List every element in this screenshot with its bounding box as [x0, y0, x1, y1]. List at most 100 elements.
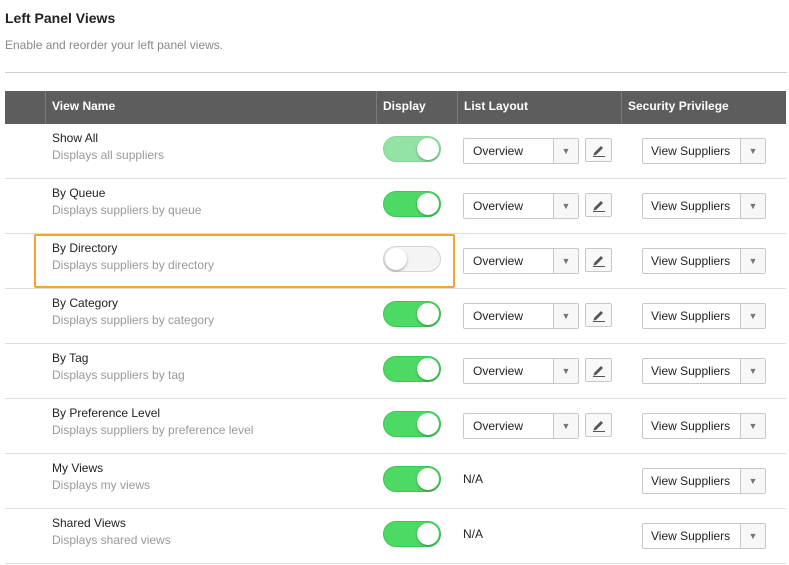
view-name: Shared Views — [52, 516, 126, 530]
view-name: By Directory — [52, 241, 118, 255]
caret-down-icon: ▼ — [740, 139, 765, 163]
view-description: Displays suppliers by directory — [52, 258, 215, 272]
pencil-icon — [593, 311, 605, 322]
edit-layout-button[interactable] — [585, 193, 612, 217]
view-description: Displays suppliers by tag — [52, 368, 185, 382]
col-display: Display — [376, 91, 457, 124]
security-privilege-value: View Suppliers — [651, 364, 731, 378]
view-description: Displays shared views — [52, 533, 171, 547]
table-row[interactable]: By Category Displays suppliers by catego… — [5, 289, 786, 344]
view-description: Displays my views — [52, 478, 151, 492]
caret-down-icon: ▼ — [740, 304, 765, 328]
list-layout-value: Overview — [473, 419, 524, 433]
display-toggle[interactable] — [383, 356, 441, 382]
caret-down-icon: ▼ — [553, 139, 578, 163]
edit-layout-button[interactable] — [585, 303, 612, 327]
view-description: Displays suppliers by category — [52, 313, 215, 327]
table-row[interactable]: My Views Displays my views N/A View Supp… — [5, 454, 786, 509]
table-row[interactable]: By Queue Displays suppliers by queue Ove… — [5, 179, 786, 234]
caret-down-icon: ▼ — [740, 194, 765, 218]
view-description: Displays suppliers by preference level — [52, 423, 254, 437]
security-privilege-select[interactable]: View Suppliers ▼ — [642, 468, 766, 494]
caret-down-icon: ▼ — [553, 414, 578, 438]
pencil-icon — [593, 201, 605, 212]
toggle-knob — [385, 248, 407, 270]
list-layout-value: Overview — [473, 254, 524, 268]
toggle-knob — [417, 138, 439, 160]
security-privilege-select[interactable]: View Suppliers ▼ — [642, 413, 766, 439]
edit-layout-button[interactable] — [585, 248, 612, 272]
table-row[interactable]: Show All Displays all suppliers Overview… — [5, 124, 786, 179]
views-table: View Name Display List Layout Security P… — [5, 91, 786, 564]
caret-down-icon: ▼ — [740, 524, 765, 548]
divider — [5, 72, 787, 73]
pencil-icon — [593, 421, 605, 432]
edit-layout-button[interactable] — [585, 413, 612, 437]
caret-down-icon: ▼ — [740, 359, 765, 383]
caret-down-icon: ▼ — [553, 359, 578, 383]
toggle-knob — [417, 303, 439, 325]
caret-down-icon: ▼ — [553, 194, 578, 218]
security-privilege-select[interactable]: View Suppliers ▼ — [642, 303, 766, 329]
view-name: Show All — [52, 131, 99, 145]
security-privilege-value: View Suppliers — [651, 199, 731, 213]
toggle-knob — [417, 468, 439, 490]
display-toggle[interactable] — [383, 191, 441, 217]
list-layout-value: Overview — [473, 199, 524, 213]
view-name: By Preference Level — [52, 406, 161, 420]
pencil-icon — [593, 146, 605, 157]
edit-layout-button[interactable] — [585, 138, 612, 162]
list-layout-select[interactable]: Overview ▼ — [463, 248, 579, 274]
caret-down-icon: ▼ — [553, 249, 578, 273]
security-privilege-select[interactable]: View Suppliers ▼ — [642, 523, 766, 549]
list-layout-value: Overview — [473, 144, 524, 158]
toggle-knob — [417, 413, 439, 435]
page-subtitle: Enable and reorder your left panel views… — [5, 38, 224, 52]
page-title: Left Panel Views — [5, 10, 116, 26]
security-privilege-value: View Suppliers — [651, 529, 731, 543]
caret-down-icon: ▼ — [740, 414, 765, 438]
table-row[interactable]: By Preference Level Displays suppliers b… — [5, 399, 786, 454]
security-privilege-select[interactable]: View Suppliers ▼ — [642, 193, 766, 219]
pencil-icon — [593, 366, 605, 377]
view-name: By Category — [52, 296, 119, 310]
view-name: My Views — [52, 461, 104, 475]
security-privilege-select[interactable]: View Suppliers ▼ — [642, 138, 766, 164]
security-privilege-value: View Suppliers — [651, 474, 731, 488]
pencil-icon — [593, 256, 605, 267]
toggle-knob — [417, 523, 439, 545]
security-privilege-value: View Suppliers — [651, 419, 731, 433]
list-layout-value: Overview — [473, 364, 524, 378]
list-layout-select[interactable]: Overview ▼ — [463, 413, 579, 439]
security-privilege-select[interactable]: View Suppliers ▼ — [642, 358, 766, 384]
caret-down-icon: ▼ — [740, 469, 765, 493]
col-list-layout: List Layout — [457, 91, 621, 124]
security-privilege-select[interactable]: View Suppliers ▼ — [642, 248, 766, 274]
list-layout-na: N/A — [463, 472, 484, 486]
security-privilege-value: View Suppliers — [651, 254, 731, 268]
view-name: By Tag — [52, 351, 89, 365]
view-description: Displays suppliers by queue — [52, 203, 202, 217]
display-toggle[interactable] — [383, 521, 441, 547]
display-toggle[interactable] — [383, 136, 441, 162]
table-header: View Name Display List Layout Security P… — [5, 91, 786, 124]
col-view-name: View Name — [45, 91, 376, 124]
col-handle — [5, 91, 45, 124]
list-layout-select[interactable]: Overview ▼ — [463, 138, 579, 164]
display-toggle[interactable] — [383, 466, 441, 492]
list-layout-select[interactable]: Overview ▼ — [463, 303, 579, 329]
table-row[interactable]: By Directory Displays suppliers by direc… — [5, 234, 786, 289]
view-name: By Queue — [52, 186, 106, 200]
display-toggle[interactable] — [383, 246, 441, 272]
display-toggle[interactable] — [383, 301, 441, 327]
list-layout-select[interactable]: Overview ▼ — [463, 193, 579, 219]
table-row[interactable]: By Tag Displays suppliers by tag Overvie… — [5, 344, 786, 399]
edit-layout-button[interactable] — [585, 358, 612, 382]
display-toggle[interactable] — [383, 411, 441, 437]
table-body: Show All Displays all suppliers Overview… — [5, 124, 786, 564]
toggle-knob — [417, 358, 439, 380]
list-layout-select[interactable]: Overview ▼ — [463, 358, 579, 384]
toggle-knob — [417, 193, 439, 215]
table-row[interactable]: Shared Views Displays shared views N/A V… — [5, 509, 786, 564]
security-privilege-value: View Suppliers — [651, 309, 731, 323]
